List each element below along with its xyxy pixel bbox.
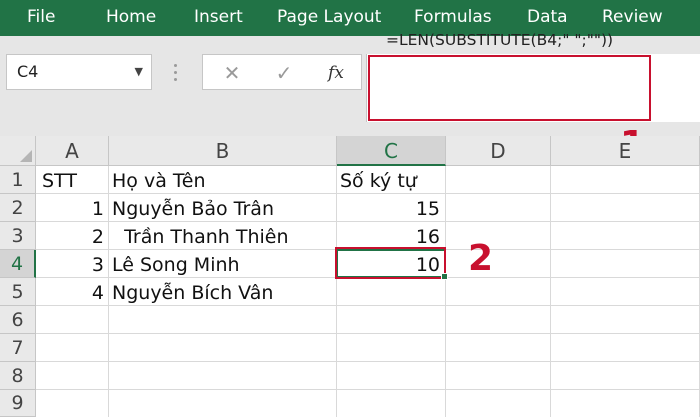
menu-insert[interactable]: Insert — [194, 0, 243, 36]
column-header-a[interactable]: A — [36, 136, 109, 166]
cell-a4[interactable]: 3 — [38, 252, 104, 278]
row-header-1[interactable]: 1 — [0, 166, 36, 194]
cell-a5[interactable]: 4 — [38, 280, 104, 306]
formula-buttons: ✕ ✓ fx — [202, 54, 362, 90]
enter-check-icon[interactable]: ✓ — [269, 59, 299, 87]
menu-file[interactable]: File — [27, 0, 55, 36]
insert-function-icon[interactable]: fx — [321, 59, 351, 87]
cell-b2[interactable]: Nguyễn Bảo Trân — [112, 196, 274, 222]
fill-handle[interactable] — [441, 273, 448, 280]
formula-bar-grip[interactable] — [174, 64, 180, 84]
row-header-3[interactable]: 3 — [0, 222, 36, 250]
cell-c2[interactable]: 15 — [338, 196, 440, 222]
cell-highlight-box — [335, 247, 446, 279]
cell-b3[interactable]: Trần Thanh Thiên — [112, 224, 288, 250]
row-header-7[interactable]: 7 — [0, 334, 36, 362]
name-box[interactable]: C4 ▼ — [6, 54, 152, 90]
column-header-e[interactable]: E — [551, 136, 700, 166]
column-header-c[interactable]: C — [337, 136, 446, 166]
chevron-down-icon[interactable]: ▼ — [135, 55, 143, 89]
menu-page-layout[interactable]: Page Layout — [277, 0, 381, 36]
cell-a2[interactable]: 1 — [38, 196, 104, 222]
formula-highlight-box — [368, 55, 651, 121]
cancel-icon[interactable]: ✕ — [217, 59, 247, 87]
row-header-8[interactable]: 8 — [0, 362, 36, 390]
annotation-2: 2 — [468, 238, 494, 279]
row-header-5[interactable]: 5 — [0, 278, 36, 306]
select-all-button[interactable] — [0, 136, 36, 166]
row-header-4[interactable]: 4 — [0, 250, 36, 278]
row-header-6[interactable]: 6 — [0, 306, 36, 334]
cell-b4[interactable]: Lê Song Minh — [112, 252, 240, 278]
cell-a1[interactable]: STT — [42, 168, 77, 194]
cell-a3[interactable]: 2 — [38, 224, 104, 250]
menu-home[interactable]: Home — [106, 0, 156, 36]
name-box-value: C4 — [17, 62, 39, 81]
cell-b5[interactable]: Nguyễn Bích Vân — [112, 280, 273, 306]
column-header-b[interactable]: B — [109, 136, 337, 166]
row-header-2[interactable]: 2 — [0, 194, 36, 222]
row-header-9[interactable]: 9 — [0, 390, 36, 417]
cell-c1[interactable]: Số ký tự — [340, 168, 417, 194]
cell-b1[interactable]: Họ và Tên — [112, 168, 206, 194]
column-header-d[interactable]: D — [446, 136, 551, 166]
formula-text: =LEN(SUBSTITUTE(B4;" ";"")) — [386, 31, 614, 49]
